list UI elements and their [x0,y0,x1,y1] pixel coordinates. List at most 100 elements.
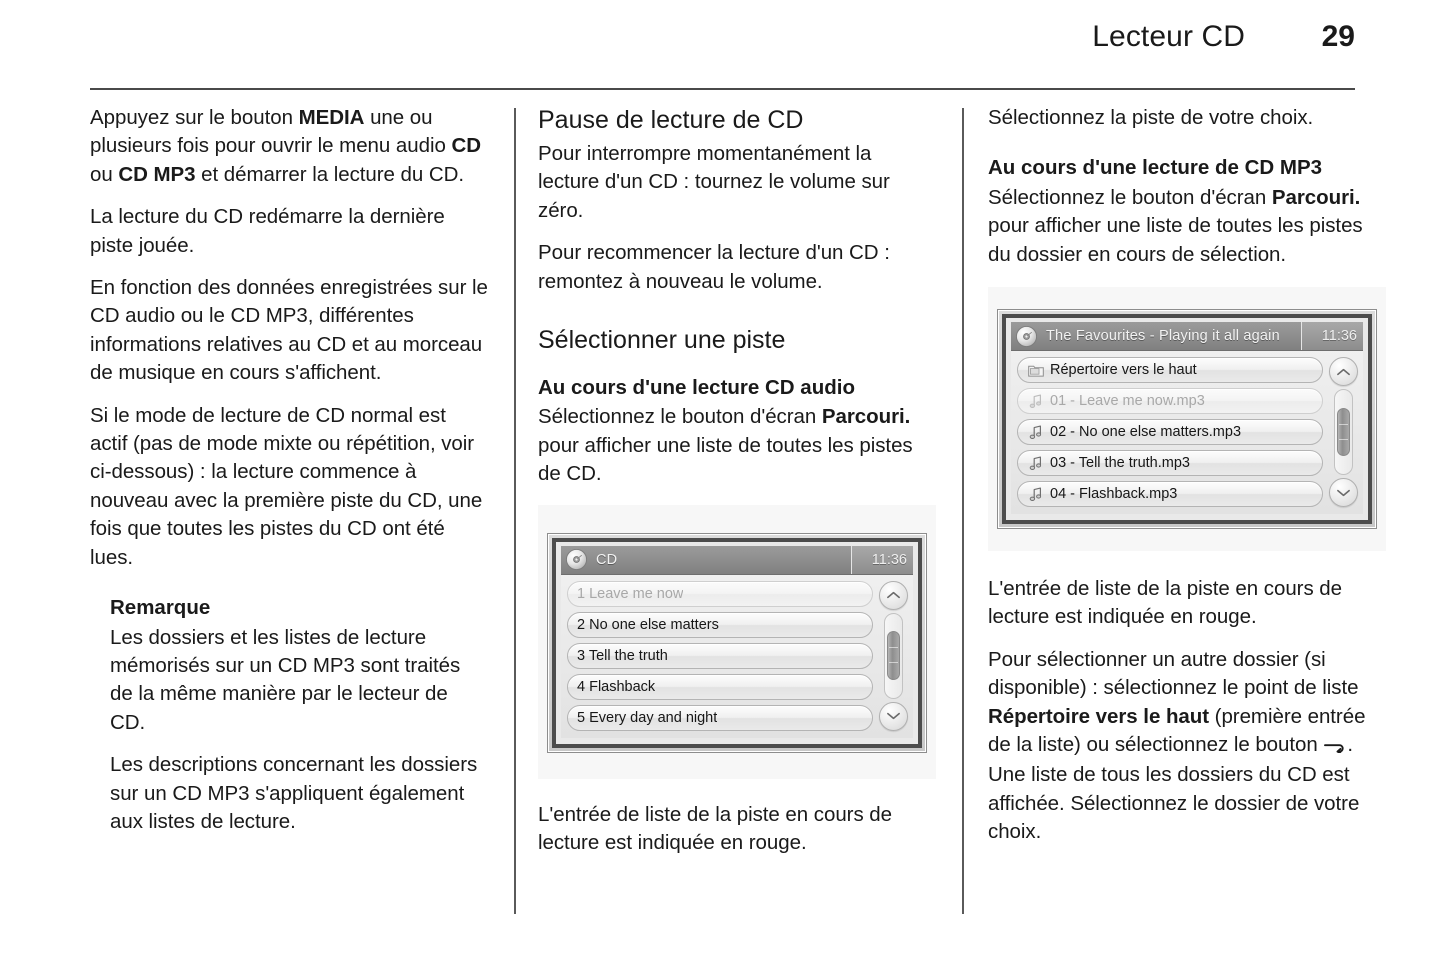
bold-media: MEDIA [298,106,365,129]
device-screen: The Favourites - Playing it all again 11… [1011,322,1363,515]
scroll-up-icon[interactable] [1328,357,1358,387]
column-2: Pause de lecture de CD Pour interrompre … [538,104,936,857]
subheading-cd-audio: Au cours d'une lecture CD audio [538,376,855,400]
note-paragraph-1: Les dossiers et les listes de lecture mé… [110,625,461,734]
paragraph-browse-cd-mp3: Sélectionnez le bouton d'écran Parcouri.… [988,184,1386,269]
list-item-label: 01 - Leave me now.mp3 [1050,393,1205,410]
paragraph-media-button: Appuyez sur le bouton MEDIA une ou plusi… [90,104,488,189]
scrollbar[interactable] [1328,357,1358,508]
column-divider-2 [962,108,964,914]
paragraph-pause-instructions: Pour interrompre momentanément la lectur… [538,142,890,222]
music-note-icon [1027,486,1044,503]
scroll-track[interactable] [883,612,903,699]
screen-title: The Favourites - Playing it all again [1046,328,1280,345]
cd-disc-icon [563,546,590,573]
text-run: et démarrer la lecture du CD. [195,162,465,186]
list-item-label: 4 Flashback [577,678,656,695]
paragraph-normal-mode: Si le mode de lecture de CD normal est a… [90,403,483,569]
list-item-label: 2 No one else matters [577,616,719,633]
paragraph-resume-playback: La lecture du CD redémarre la dernière p… [90,205,445,257]
bold-parcouri: Parcouri. [821,405,911,429]
list-item[interactable]: 5 Every day and night [567,704,873,731]
music-note-icon [1027,393,1044,410]
track-list: 1 Leave me now 2 No one else matters 3 T… [567,580,873,731]
scroll-thumb[interactable] [886,631,900,680]
paragraph-browse-cd-audio: Sélectionnez le bouton d'écran Parcouri.… [538,403,936,488]
bold-parcouri: Parcouri. [1271,185,1361,209]
text-run: Sélectionnez le bouton d'écran [538,405,822,429]
folder-icon [1027,362,1044,379]
list-item-label: 04 - Flashback.mp3 [1050,486,1178,503]
list-item[interactable]: 04 - Flashback.mp3 [1017,481,1323,508]
list-item[interactable]: 02 - No one else matters.mp3 [1017,419,1323,446]
note-paragraph-2: Les descriptions concernant les dossiers… [110,753,478,833]
paragraph-resume-instructions: Pour recommencer la lecture d'un CD : re… [538,241,890,293]
note-block: Remarque Les dossiers et les listes de l… [110,594,488,836]
device-bezel: The Favourites - Playing it all again 11… [1002,314,1372,525]
list-item[interactable]: 1 Leave me now [567,580,873,607]
heading-pause-cd: Pause de lecture de CD [538,106,804,134]
text-run: pour afficher une liste de toutes les pi… [538,433,913,486]
list-item-label: Répertoire vers le haut [1050,362,1197,379]
content-columns: Appuyez sur le bouton MEDIA une ou plusi… [0,104,1445,934]
music-note-icon [1027,424,1044,441]
page-title: Lecteur CD [1092,20,1245,53]
cd-disc-icon [1013,323,1040,350]
paragraph-cd-info: En fonction des données enregistrées sur… [90,276,488,385]
subheading-cd-mp3: Au cours d'une lecture de CD MP3 [988,156,1323,180]
scrollbar[interactable] [878,580,908,731]
text-run: ou [90,162,119,186]
text-run: pour afficher une liste de toutes les pi… [988,214,1363,266]
list-item-folder-up[interactable]: Répertoire vers le haut [1017,357,1323,384]
page-number: 29 [1321,20,1355,53]
screen-clock: 11:36 [1301,322,1363,351]
screen-titlebar: CD 11:36 [561,545,913,575]
list-item-label: 3 Tell the truth [577,647,668,664]
infotainment-device: The Favourites - Playing it all again 11… [997,309,1377,530]
list-item[interactable]: 4 Flashback [567,673,873,700]
track-list-area: 1 Leave me now 2 No one else matters 3 T… [561,575,913,738]
screen-titlebar: The Favourites - Playing it all again 11… [1011,322,1363,352]
list-item-label: 1 Leave me now [577,585,684,602]
list-item[interactable]: 2 No one else matters [567,611,873,638]
music-note-icon [1027,455,1044,472]
device-bezel: CD 11:36 1 Leave me now 2 No one else ma… [552,537,922,748]
paragraph-select-track: Sélectionnez la piste de votre choix. [988,106,1314,129]
scroll-thumb[interactable] [1336,407,1350,457]
column-3: Sélectionnez la piste de votre choix. Au… [988,104,1386,847]
list-item[interactable]: 01 - Leave me now.mp3 [1017,388,1323,415]
note-title: Remarque [110,596,211,620]
text-run: Pour sélectionner un autre dossier (si d… [988,647,1359,700]
header-rule [90,88,1355,90]
figure-cd-mp3-screen: The Favourites - Playing it all again 11… [988,287,1386,552]
page-header: Lecteur CD 29 [90,22,1355,84]
list-item-label: 02 - No one else matters.mp3 [1050,424,1242,441]
screen-title: CD [596,551,618,568]
device-screen: CD 11:36 1 Leave me now 2 No one else ma… [561,545,913,738]
list-item-label: 03 - Tell the truth.mp3 [1050,455,1190,472]
text-run: Appuyez sur le bouton [90,106,299,129]
list-item-label: 5 Every day and night [577,709,718,726]
paragraph-red-entry-note-mp3: L'entrée de liste de la piste en cours d… [988,577,1343,629]
bold-cd: CD [451,134,481,158]
paragraph-red-entry-note-cd: L'entrée de liste de la piste en cours d… [538,802,893,855]
figure-cd-audio-screen: CD 11:36 1 Leave me now 2 No one else ma… [538,504,936,779]
paragraph-select-other-folder: Pour sélectionner un autre dossier (si d… [988,646,1386,847]
scroll-up-icon[interactable] [878,580,908,610]
scroll-track[interactable] [1333,389,1353,476]
column-1: Appuyez sur le bouton MEDIA une ou plusi… [90,104,488,836]
track-list: Répertoire vers le haut 01 - Leave me no… [1017,357,1323,508]
list-item[interactable]: 03 - Tell the truth.mp3 [1017,450,1323,477]
track-list-area: Répertoire vers le haut 01 - Leave me no… [1011,351,1363,514]
scroll-down-icon[interactable] [878,701,908,731]
list-item[interactable]: 3 Tell the truth [567,642,873,669]
heading-select-track: Sélectionner une piste [538,326,786,355]
scroll-down-icon[interactable] [1328,478,1358,508]
text-run: Sélectionnez le bouton d'écran [988,185,1272,209]
column-divider-1 [514,108,516,914]
back-arrow-icon [1324,733,1346,761]
infotainment-device: CD 11:36 1 Leave me now 2 No one else ma… [547,532,927,753]
screen-clock: 11:36 [851,545,913,574]
